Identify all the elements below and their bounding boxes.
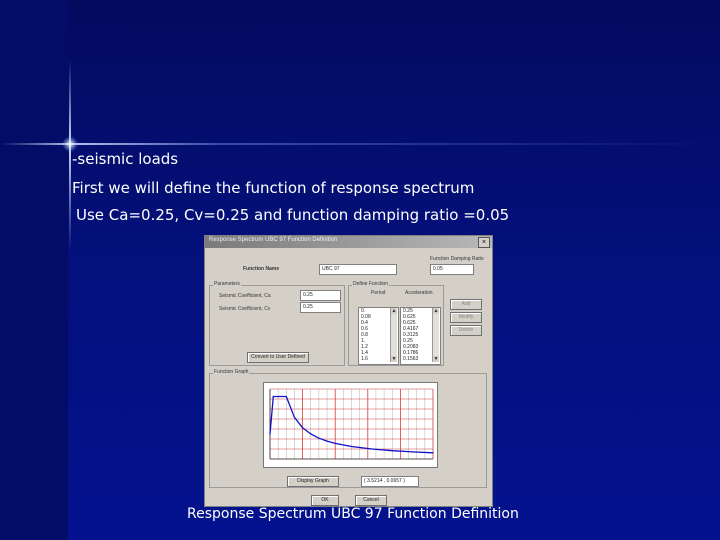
spectrum-point bbox=[412, 451, 414, 453]
function-name-field[interactable]: UBC 97 bbox=[319, 264, 397, 275]
ok-button[interactable]: OK bbox=[311, 495, 339, 506]
spectrum-point bbox=[432, 452, 434, 454]
slide-caption: Response Spectrum UBC 97 Function Defini… bbox=[187, 506, 519, 522]
spectrum-point bbox=[293, 416, 296, 418]
coordinate-readout: ( 3.5214 , 0.0657 ) bbox=[361, 476, 419, 487]
spectrum-point bbox=[326, 440, 328, 442]
acceleration-list-scrollbar[interactable]: ▲ ▼ bbox=[432, 308, 439, 362]
spectrum-point bbox=[334, 442, 336, 444]
spectrum-point bbox=[310, 433, 312, 435]
light-flare-vertical bbox=[69, 60, 71, 250]
spectrum-point bbox=[350, 445, 353, 448]
function-name-label: Function Name bbox=[243, 266, 280, 272]
graph-svg bbox=[269, 388, 434, 460]
acceleration-header: Acceleration bbox=[405, 290, 433, 296]
parameters-group-label: Parameters bbox=[213, 281, 241, 287]
period-header: Period bbox=[371, 290, 386, 296]
modify-button[interactable]: Modify bbox=[450, 312, 482, 323]
slide-text-line-1: First we will define the function of res… bbox=[72, 179, 475, 197]
dialog-titlebar: Response Spectrum UBC 97 Function Defini… bbox=[205, 236, 492, 248]
spectrum-point bbox=[371, 448, 373, 450]
scroll-down-icon[interactable]: ▼ bbox=[391, 356, 397, 362]
spectrum-point bbox=[285, 395, 287, 398]
function-graph bbox=[263, 382, 438, 468]
cv-field[interactable]: 0.25 bbox=[300, 302, 341, 313]
period-list-scrollbar[interactable]: ▲ ▼ bbox=[390, 308, 397, 362]
close-icon[interactable]: × bbox=[478, 237, 490, 248]
left-band bbox=[0, 0, 68, 540]
scroll-up-icon[interactable]: ▲ bbox=[433, 308, 439, 314]
cancel-button[interactable]: Cancel bbox=[355, 495, 387, 506]
ca-label: Seismic Coefficient, Ca bbox=[219, 293, 271, 299]
delete-button[interactable]: Delete bbox=[450, 325, 482, 336]
ca-field[interactable]: 0.25 bbox=[300, 290, 341, 301]
convert-to-user-defined-button[interactable]: Convert to User Defined bbox=[247, 352, 309, 363]
spectrum-point bbox=[272, 395, 274, 398]
light-flare-horizontal bbox=[0, 143, 720, 145]
dialog-title: Response Spectrum UBC 97 Function Defini… bbox=[209, 237, 338, 243]
response-spectrum-dialog: Response Spectrum UBC 97 Function Defini… bbox=[204, 235, 493, 507]
cv-label: Seismic Coefficient, Cv bbox=[219, 306, 271, 312]
define-function-group-label: Define Function bbox=[352, 281, 390, 287]
function-graph-group-label: Function Graph bbox=[213, 369, 250, 375]
damping-field[interactable]: 0.05 bbox=[430, 264, 474, 275]
spectrum-point bbox=[318, 437, 320, 439]
spectrum-point bbox=[302, 427, 304, 429]
display-graph-button[interactable]: Display Graph bbox=[287, 476, 339, 487]
slide-text-line-2: Use Ca=0.25, Cv=0.25 and function dampin… bbox=[76, 206, 510, 224]
scroll-up-icon[interactable]: ▲ bbox=[391, 308, 397, 314]
add-button[interactable]: Add bbox=[450, 299, 482, 310]
slide-heading: -seismic loads bbox=[72, 150, 179, 168]
spectrum-point bbox=[269, 433, 271, 435]
scroll-down-icon[interactable]: ▼ bbox=[433, 356, 439, 362]
damping-group-label: Function Damping Ratio bbox=[430, 256, 484, 262]
spectrum-point bbox=[391, 450, 393, 452]
